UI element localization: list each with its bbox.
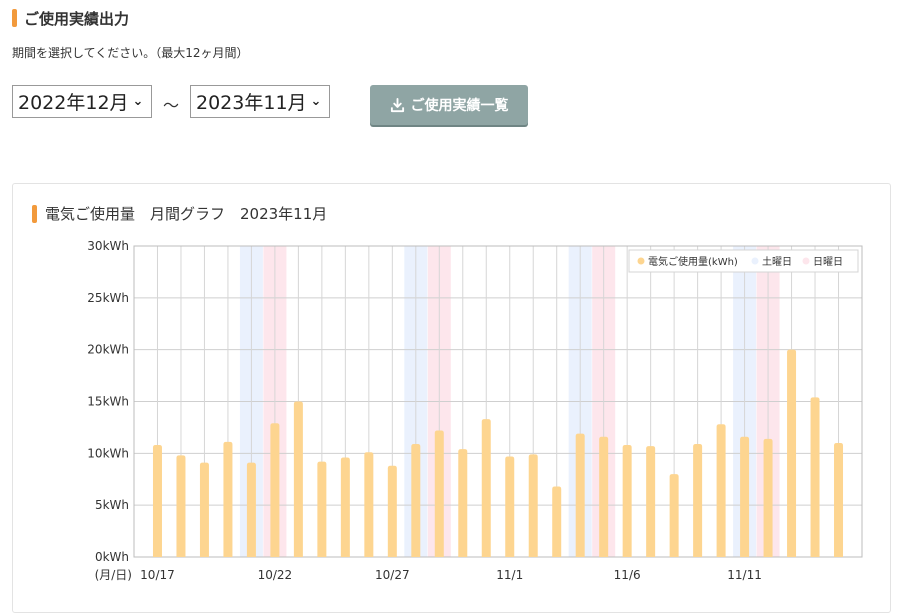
usage-bar — [364, 452, 374, 557]
usage-bar — [152, 445, 162, 557]
usage-bar — [199, 462, 209, 557]
usage-bar — [669, 474, 679, 557]
section-heading: ご使用実績出力 — [12, 8, 129, 28]
heading-accent-bar — [12, 9, 17, 27]
usage-bar — [270, 423, 280, 557]
chart-panel: 電気ご使用量 月間グラフ 2023年11月 0kWh 5kWh 10kWh 15kWh… — [12, 183, 891, 613]
usage-bar — [317, 461, 327, 557]
x-axis-label: (月/日) — [95, 568, 132, 582]
legend-swatch — [802, 257, 810, 265]
range-separator: ～ — [163, 96, 180, 115]
chart-legend: 電気ご使用量(kWh) 土曜日 日曜日 — [628, 249, 859, 273]
section-heading-text: ご使用実績出力 — [24, 9, 130, 28]
from-month-select[interactable]: 2022年12月 ⌄ — [12, 85, 152, 118]
y-tick-label: 0kWh — [95, 550, 129, 564]
usage-bar — [646, 446, 656, 557]
usage-bar — [481, 419, 491, 557]
usage-bar — [810, 397, 820, 557]
usage-bar — [293, 401, 303, 557]
usage-bar — [528, 454, 538, 557]
usage-bar — [575, 433, 585, 557]
legend-swatch — [751, 257, 759, 265]
x-tick-label: 11/6 — [614, 568, 641, 582]
x-tick-label: 10/17 — [140, 568, 175, 582]
usage-bar — [458, 449, 468, 557]
usage-bar — [340, 457, 350, 557]
usage-bar — [552, 486, 562, 557]
download-usage-button[interactable]: ご使用実績一覧 — [370, 85, 528, 125]
from-month-value: 2022年12月 — [18, 92, 129, 114]
usage-bar — [505, 456, 515, 557]
y-tick-label: 25kWh — [87, 291, 129, 305]
legend-label: 土曜日 — [762, 255, 792, 268]
chevron-down-icon: ⌄ — [132, 94, 144, 109]
usage-bar — [387, 465, 397, 557]
x-tick-label: 10/22 — [258, 568, 293, 582]
usage-bar — [740, 436, 750, 557]
chevron-down-icon: ⌄ — [310, 94, 322, 109]
legend-label: 日曜日 — [813, 256, 843, 268]
usage-bar — [716, 424, 726, 557]
usage-bar — [246, 462, 256, 557]
usage-bar — [176, 455, 186, 557]
to-month-value: 2023年11月 — [196, 92, 307, 114]
legend-label: 電気ご使用量(kWh) — [648, 255, 738, 268]
to-month-select[interactable]: 2023年11月 ⌄ — [190, 85, 330, 118]
usage-bar — [787, 349, 797, 557]
usage-bar — [599, 436, 609, 557]
y-tick-label: 15kWh — [87, 395, 129, 409]
usage-bar — [693, 444, 703, 557]
usage-bar-chart: 0kWh 5kWh 10kWh 15kWh 20kWh 25kWh 30kWh (月/日) 10… — [87, 239, 863, 582]
download-button-label: ご使用実績一覧 — [410, 98, 509, 114]
y-tick-label: 10kWh — [87, 446, 129, 460]
x-tick-label: 11/11 — [727, 568, 762, 582]
period-description: 期間を選択してください。（最大12ヶ月間） — [12, 46, 249, 60]
y-tick-label: 20kWh — [87, 343, 129, 357]
usage-bar — [763, 438, 773, 557]
usage-bar — [411, 444, 421, 557]
x-tick-label: 11/1 — [496, 568, 523, 582]
usage-bar — [223, 441, 233, 557]
y-tick-label: 30kWh — [87, 239, 129, 253]
usage-bar — [834, 442, 844, 557]
usage-bar — [622, 445, 632, 557]
x-tick-label: 10/27 — [375, 568, 410, 582]
download-icon — [390, 97, 404, 112]
usage-bar — [434, 430, 444, 557]
y-tick-label: 5kWh — [95, 498, 129, 512]
legend-swatch — [637, 257, 645, 265]
